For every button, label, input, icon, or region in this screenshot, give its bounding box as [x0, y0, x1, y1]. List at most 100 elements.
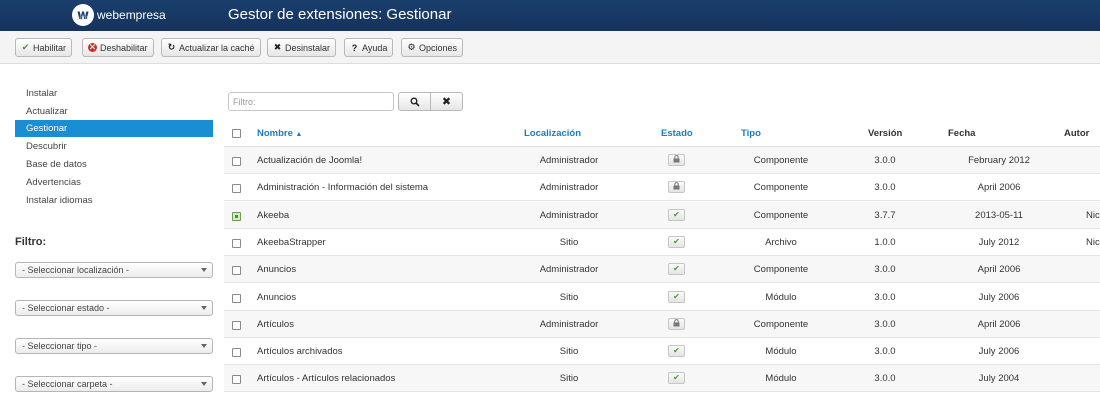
select-folder-value: - Seleccionar carpeta - [22, 379, 113, 389]
clear-filter-button[interactable]: ✖ [430, 92, 463, 111]
extension-date: April 2006 [977, 318, 1021, 330]
extension-name[interactable]: Anuncios [257, 264, 296, 275]
extension-type: Archivo [765, 236, 797, 248]
extension-location: Sitio [559, 373, 579, 385]
column-header-status[interactable]: Estado [661, 128, 693, 139]
row-checkbox[interactable] [232, 320, 241, 330]
select-type[interactable]: - Seleccionar tipo - [15, 338, 213, 354]
sidebar-item-warnings[interactable]: Advertencias [26, 177, 81, 188]
table-row: Akeeba Administrador ✔ Componente 3.7.7 2013-… [224, 201, 1100, 229]
gear-icon: ⚙ [407, 42, 416, 52]
table-row: AkeebaStrapper Sitio ✔ Archivo 1.0.0 July 201… [224, 229, 1100, 256]
row-checkbox[interactable] [232, 266, 241, 276]
column-header-type[interactable]: Tipo [741, 128, 761, 139]
extension-name[interactable]: Actualización de Joomla! [257, 155, 362, 166]
extension-location: Administrador [539, 209, 599, 221]
toolbar: ✔ Habilitar ✕ Deshabilitar ↻ Actualizar … [0, 31, 1100, 64]
logo-mark-icon: w [72, 4, 94, 26]
extension-name[interactable]: Artículos [257, 319, 294, 330]
disable-button[interactable]: ✕ Deshabilitar [82, 38, 154, 57]
search-icon [410, 97, 420, 107]
row-checkbox[interactable] [232, 238, 241, 248]
enabled-status-button[interactable]: ✔ [668, 263, 685, 276]
extension-name[interactable]: Artículos - Artículos relacionados [257, 373, 395, 384]
extension-version: 3.0.0 [874, 182, 896, 194]
extension-name[interactable]: Administración - Información del sistema [257, 182, 428, 193]
sidebar-item-install[interactable]: Instalar [26, 88, 57, 99]
select-location[interactable]: - Seleccionar localización - [15, 262, 213, 278]
row-checkbox[interactable] [232, 375, 241, 385]
extension-date: April 2006 [977, 182, 1021, 194]
enabled-status-button[interactable]: ✔ [668, 235, 685, 248]
enabled-status-button[interactable]: ✔ [668, 345, 685, 358]
extension-date: 2013-05-11 [975, 209, 1023, 221]
extension-version: 3.0.0 [874, 346, 896, 358]
chevron-down-icon [201, 268, 207, 272]
refresh-cache-button[interactable]: ↻ Actualizar la caché [161, 38, 261, 57]
extension-version: 3.0.0 [874, 291, 896, 303]
column-header-date[interactable]: Fecha [948, 128, 975, 139]
sidebar-item-discover[interactable]: Descubrir [26, 141, 67, 152]
table-header: Nombre ▲ Localización Estado Tipo Versió… [224, 120, 1100, 147]
extension-name[interactable]: Anuncios [257, 292, 296, 303]
sidebar-item-database[interactable]: Base de datos [26, 159, 87, 170]
lock-icon [673, 318, 680, 327]
sidebar-item-install-languages[interactable]: Instalar idiomas [26, 195, 93, 206]
extension-date: July 2012 [978, 236, 1020, 248]
column-header-location[interactable]: Localización [524, 128, 581, 139]
locked-status-button[interactable] [668, 317, 685, 330]
extension-name[interactable]: Akeeba [257, 210, 289, 221]
table-row: Artículos - Artículos relacionados Sitio ✔… [224, 365, 1100, 393]
extension-date: April 2006 [977, 264, 1021, 276]
enable-button[interactable]: ✔ Habilitar [15, 38, 73, 57]
help-button-label: Ayuda [362, 42, 388, 53]
logo[interactable]: w webempresa [72, 3, 166, 27]
row-checkbox[interactable] [232, 293, 241, 303]
search-button[interactable] [398, 92, 431, 111]
table-row: Anuncios Sitio ✔ Módulo 3.0.0 July 2006 [224, 284, 1100, 311]
enabled-status-button[interactable]: ✔ [668, 372, 685, 385]
enabled-status-button[interactable]: ✔ [668, 208, 685, 221]
row-checkbox[interactable] [232, 157, 241, 166]
lock-icon [673, 182, 680, 190]
select-status-value: - Seleccionar estado - [22, 303, 110, 313]
header-bar: w webempresa .com Gestor de extensiones:… [0, 0, 1100, 31]
locked-status-button[interactable] [668, 181, 685, 194]
extension-date: July 2004 [978, 373, 1020, 385]
extension-name[interactable]: AkeebaStrapper [257, 237, 326, 248]
extension-author: Nic [1086, 236, 1100, 248]
uninstall-button[interactable]: ✖ Desinstalar [267, 38, 337, 57]
extension-name[interactable]: Artículos archivados [257, 346, 343, 357]
lock-icon [673, 155, 680, 163]
search-input[interactable] [228, 92, 394, 111]
extension-type: Módulo [765, 346, 797, 358]
chevron-down-icon [201, 382, 207, 386]
extension-location: Sitio [559, 291, 579, 303]
locked-status-button[interactable] [668, 154, 685, 166]
row-checkbox[interactable] [232, 348, 241, 358]
enabled-status-button[interactable]: ✔ [668, 290, 685, 303]
column-header-author[interactable]: Autor [1064, 128, 1089, 139]
select-all-checkbox[interactable] [232, 129, 241, 138]
select-folder[interactable]: - Seleccionar carpeta - [15, 376, 213, 392]
help-button[interactable]: ? Ayuda [344, 38, 394, 57]
select-status[interactable]: - Seleccionar estado - [15, 300, 213, 316]
extension-location: Administrador [539, 318, 599, 330]
column-header-version[interactable]: Versión [868, 128, 902, 139]
extension-location: Administrador [539, 155, 599, 166]
select-type-value: - Seleccionar tipo - [22, 341, 98, 351]
refresh-cache-button-label: Actualizar la caché [179, 42, 255, 53]
extension-author: Nic [1086, 209, 1100, 221]
chevron-down-icon [201, 344, 207, 348]
row-checkbox[interactable] [232, 184, 241, 194]
sidebar-item-update[interactable]: Actualizar [26, 106, 68, 117]
extension-date: July 2006 [978, 291, 1020, 303]
options-button[interactable]: ⚙ Opciones [401, 38, 464, 57]
enable-button-label: Habilitar [33, 42, 67, 53]
chevron-down-icon [201, 306, 207, 310]
row-checkbox[interactable] [232, 211, 241, 221]
table-row: Anuncios Administrador ✔ Componente 3.0.0 Apr… [224, 256, 1100, 284]
logo-subtext: .com [75, 16, 89, 22]
column-header-name[interactable]: Nombre ▲ [257, 128, 302, 139]
extension-type: Componente [753, 182, 809, 194]
